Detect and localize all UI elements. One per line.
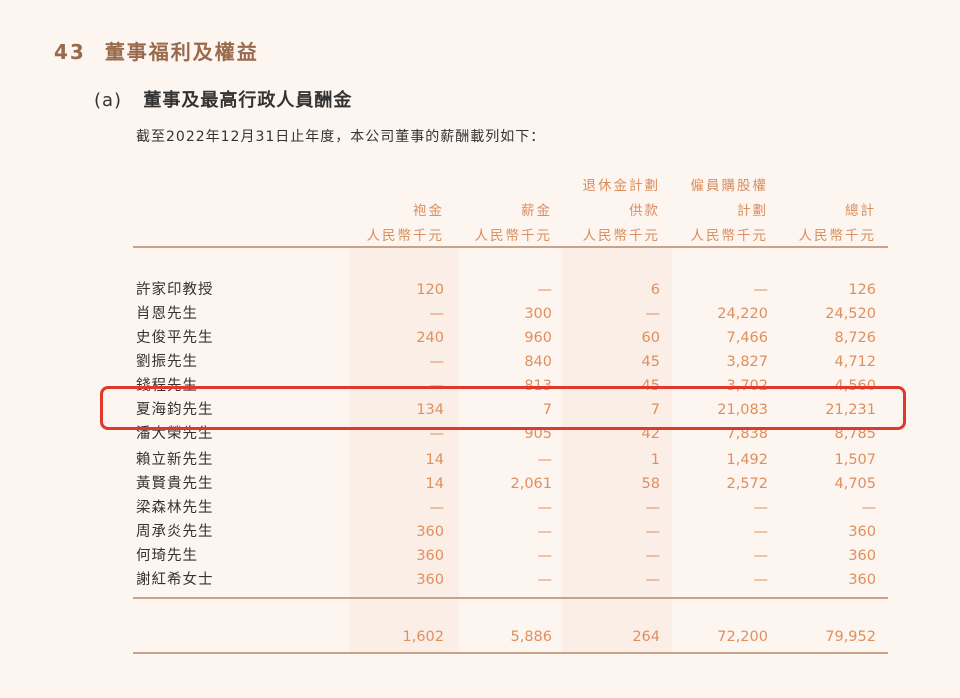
table-row: 肖恩先生 — 300 — 24,220 24,520 — [0, 302, 960, 326]
cell-pension: — — [645, 548, 661, 564]
table-row: 謝紅希女士 360 — — — 360 — [0, 568, 960, 592]
cell-salary: — — [537, 548, 553, 564]
subsection-title: (a) 董事及最高行政人員酬金 — [94, 86, 352, 112]
unit-option: 人民幣千元 — [690, 228, 768, 244]
highlight-box — [100, 386, 906, 430]
table-row: 梁森林先生 — — — — — — [0, 496, 960, 520]
total-option: 72,200 — [717, 629, 768, 645]
cell-pension: — — [645, 524, 661, 540]
cell-pension: — — [645, 306, 661, 322]
cell-total: 360 — [848, 524, 876, 540]
header-pension-line2: 供款 — [629, 203, 660, 219]
cell-salary: — — [537, 572, 553, 588]
director-name: 黃賢貴先生 — [136, 476, 214, 492]
cell-salary: 840 — [524, 354, 552, 370]
cell-pension: 60 — [641, 330, 660, 346]
total-pension: 264 — [632, 629, 660, 645]
cell-fees: 240 — [416, 330, 444, 346]
cell-fees: 360 — [416, 548, 444, 564]
cell-salary: 300 — [524, 306, 552, 322]
cell-option: — — [753, 572, 769, 588]
cell-total: 360 — [848, 548, 876, 564]
cell-pension: — — [645, 500, 661, 516]
subsection-mark: (a) — [94, 90, 123, 111]
cell-salary: — — [537, 282, 553, 298]
director-name: 賴立新先生 — [136, 452, 214, 468]
cell-option: — — [753, 548, 769, 564]
cell-fees: — — [429, 500, 445, 516]
table-row: 黃賢貴先生 14 2,061 58 2,572 4,705 — [0, 472, 960, 496]
director-name: 劉振先生 — [136, 354, 198, 370]
section-number: 43 — [54, 40, 86, 64]
cell-salary: — — [537, 500, 553, 516]
total-salary: 5,886 — [510, 629, 552, 645]
director-name: 肖恩先生 — [136, 306, 198, 322]
cell-fees: 120 — [416, 282, 444, 298]
cell-total: 8,726 — [834, 330, 876, 346]
header-rule — [133, 246, 888, 248]
cell-total: 4,712 — [834, 354, 876, 370]
table-row: 賴立新先生 14 — 1 1,492 1,507 — [0, 448, 960, 472]
cell-pension: 58 — [641, 476, 660, 492]
totals-row: 1,602 5,886 264 72,200 79,952 — [0, 625, 960, 649]
cell-option: 1,492 — [726, 452, 768, 468]
unit-total: 人民幣千元 — [798, 228, 876, 244]
cell-option: — — [753, 524, 769, 540]
cell-salary: 960 — [524, 330, 552, 346]
body-rule — [133, 597, 888, 599]
table-row: 史俊平先生 240 960 60 7,466 8,726 — [0, 326, 960, 350]
section-title: 43 董事福利及權益 — [54, 36, 259, 65]
cell-total: 126 — [848, 282, 876, 298]
cell-option: 7,466 — [726, 330, 768, 346]
director-name: 周承炎先生 — [136, 524, 214, 540]
cell-pension: 6 — [650, 282, 660, 298]
unit-fees: 人民幣千元 — [366, 228, 444, 244]
director-name: 何琦先生 — [136, 548, 198, 564]
cell-total: — — [861, 500, 877, 516]
header-option-line2: 計劃 — [737, 203, 768, 219]
cell-option: 2,572 — [726, 476, 768, 492]
header-salary: 薪金 — [521, 203, 552, 219]
header-total: 總計 — [845, 203, 876, 219]
director-name: 史俊平先生 — [136, 330, 214, 346]
total-total: 79,952 — [825, 629, 876, 645]
cell-fees: 360 — [416, 572, 444, 588]
cell-total: 1,507 — [834, 452, 876, 468]
cell-option: — — [753, 282, 769, 298]
unit-salary: 人民幣千元 — [474, 228, 552, 244]
header-pension-line1: 退休金計劃 — [582, 178, 660, 194]
cell-option: — — [753, 500, 769, 516]
header-option-line1: 僱員購股權 — [690, 178, 768, 194]
header-fees: 袍金 — [413, 203, 444, 219]
subsection-heading: 董事及最高行政人員酬金 — [143, 90, 353, 111]
cell-fees: 14 — [425, 476, 444, 492]
cell-option: 24,220 — [717, 306, 768, 322]
cell-pension: 1 — [650, 452, 660, 468]
table-row: 何琦先生 360 — — — 360 — [0, 544, 960, 568]
cell-pension: — — [645, 572, 661, 588]
cell-total: 360 — [848, 572, 876, 588]
cell-salary: — — [537, 524, 553, 540]
cell-total: 4,705 — [834, 476, 876, 492]
cell-fees: 14 — [425, 452, 444, 468]
total-fees: 1,602 — [402, 629, 444, 645]
cell-fees: — — [429, 354, 445, 370]
intro-text: 截至2022年12月31日止年度，本公司董事的薪酬載列如下： — [136, 129, 546, 145]
cell-salary: 2,061 — [510, 476, 552, 492]
cell-total: 24,520 — [825, 306, 876, 322]
cell-salary: — — [537, 452, 553, 468]
director-name: 許家印教授 — [136, 282, 214, 298]
section-heading: 董事福利及權益 — [104, 40, 259, 64]
director-name: 梁森林先生 — [136, 500, 214, 516]
unit-pension: 人民幣千元 — [582, 228, 660, 244]
table-row: 許家印教授 120 — 6 — 126 — [0, 278, 960, 302]
cell-pension: 45 — [641, 354, 660, 370]
cell-fees: — — [429, 306, 445, 322]
cell-option: 3,827 — [726, 354, 768, 370]
table-row: 劉振先生 — 840 45 3,827 4,712 — [0, 350, 960, 374]
director-name: 謝紅希女士 — [136, 572, 214, 588]
table-row: 周承炎先生 360 — — — 360 — [0, 520, 960, 544]
cell-fees: 360 — [416, 524, 444, 540]
footer-rule — [133, 652, 888, 654]
